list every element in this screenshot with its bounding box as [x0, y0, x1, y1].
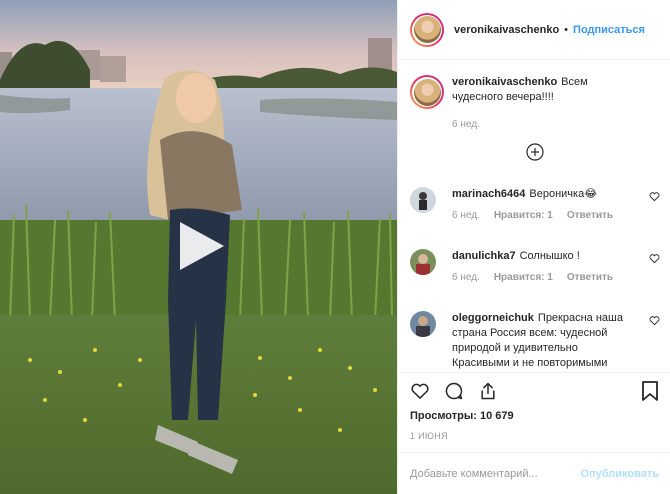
play-icon[interactable] — [176, 220, 228, 272]
comment-item: oleggorneichuk Прекрасна наша страна Росс… — [410, 311, 660, 371]
caption-meta: 6 нед. — [452, 119, 660, 130]
comment-likes[interactable]: Нравится: 1 — [494, 210, 553, 221]
views-label: Просмотры: — [410, 410, 477, 422]
comment-age: 6 нед. — [452, 272, 480, 283]
heart-icon[interactable] — [649, 253, 660, 264]
comment-likes[interactable]: Нравится: 1 — [494, 272, 553, 283]
reply-button[interactable]: Ответить — [567, 272, 613, 283]
comment-item: danulichka7 Солнышко ! 6 нед. Нравится: 1… — [410, 249, 660, 283]
share-icon[interactable] — [478, 381, 498, 401]
post-header: veronikaivaschenko • Подписаться — [398, 0, 670, 60]
caption-age: 6 нед. — [452, 119, 480, 130]
view-count: Просмотры: 10 679 — [410, 410, 514, 422]
heart-icon[interactable] — [410, 381, 430, 401]
comment-message: Солнышко ! — [519, 250, 580, 262]
action-bar: Просмотры: 10 679 1 ИЮНЯ — [398, 372, 670, 464]
publish-button[interactable]: Опубликовать — [580, 468, 659, 480]
comment-input[interactable] — [410, 467, 581, 480]
caption: veronikaivaschenko Всем чудесного вечера!… — [410, 75, 660, 130]
comments-list[interactable]: veronikaivaschenko Всем чудесного вечера!… — [398, 61, 670, 371]
comment-username[interactable]: oleggorneichuk — [452, 312, 534, 324]
post-date: 1 ИЮНЯ — [410, 431, 448, 441]
caption-text: veronikaivaschenko Всем чудесного вечера!… — [452, 75, 660, 105]
follow-button[interactable]: Подписаться — [573, 24, 645, 36]
post-video[interactable] — [0, 0, 397, 494]
commenter-avatar[interactable] — [410, 311, 436, 337]
comment-username[interactable]: marinach6464 — [452, 188, 525, 200]
post-sidebar: veronikaivaschenko • Подписаться veronik… — [397, 0, 670, 494]
comment-text: oleggorneichuk Прекрасна наша страна Росс… — [452, 311, 660, 371]
plus-circle-icon[interactable] — [526, 143, 544, 161]
reply-button[interactable]: Ответить — [567, 210, 613, 221]
commenter-avatar[interactable] — [410, 249, 436, 275]
comment-meta: 6 нед. Нравится: 1 Ответить — [452, 272, 660, 283]
author-avatar[interactable] — [410, 12, 444, 47]
comment-age: 6 нед. — [452, 210, 480, 221]
heart-icon[interactable] — [649, 191, 660, 202]
comment-username[interactable]: danulichka7 — [452, 250, 516, 262]
views-number: 10 679 — [479, 410, 514, 422]
comment-icon[interactable] — [444, 381, 464, 401]
add-comment-bar: Опубликовать — [398, 452, 670, 494]
comment-text: danulichka7 Солнышко ! — [452, 249, 660, 264]
caption-avatar[interactable] — [410, 75, 444, 109]
heart-icon[interactable] — [649, 315, 660, 326]
comment-item: marinach6464 Вероничка😂 6 нед. Нравится: … — [410, 187, 660, 221]
comment-meta: 6 нед. Нравится: 1 Ответить — [452, 210, 660, 221]
bookmark-icon[interactable] — [641, 381, 659, 401]
commenter-avatar[interactable] — [410, 187, 436, 213]
author-username[interactable]: veronikaivaschenko — [454, 24, 559, 36]
caption-username[interactable]: veronikaivaschenko — [452, 76, 557, 88]
separator-dot: • — [564, 23, 569, 36]
comment-message: Вероничка😂 — [529, 188, 598, 200]
comment-text: marinach6464 Вероничка😂 — [452, 187, 660, 202]
